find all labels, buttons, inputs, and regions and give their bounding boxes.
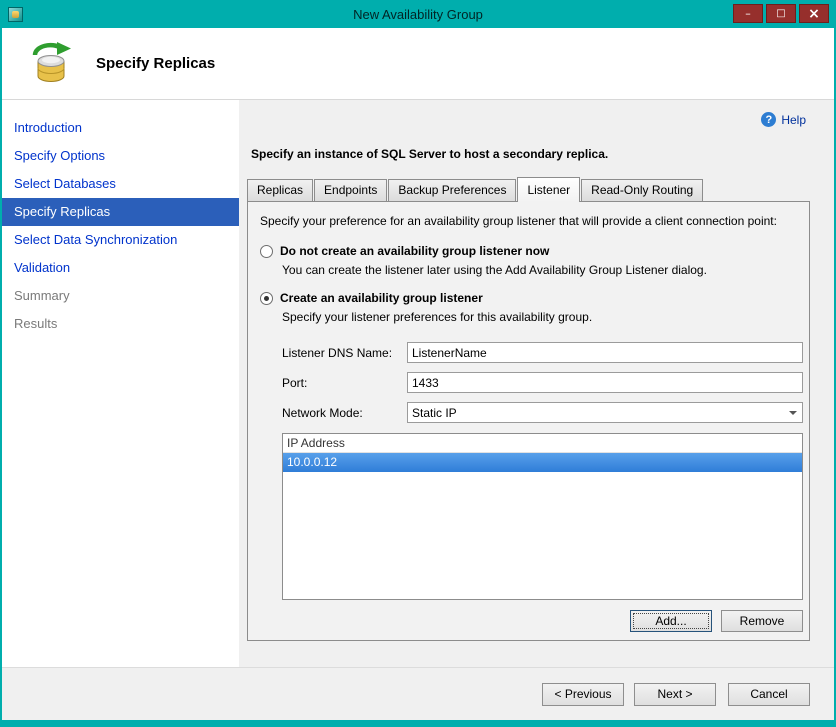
- port-label: Port:: [282, 375, 308, 390]
- next-button[interactable]: Next >: [634, 682, 716, 706]
- create-listener-radio-label[interactable]: Create an availability group listener: [280, 291, 483, 305]
- chevron-down-icon: [784, 403, 802, 422]
- window-controls: – □ ×: [733, 4, 829, 23]
- sidebar-item-results: Results: [14, 316, 58, 331]
- wizard-header: Specify Replicas: [2, 28, 834, 100]
- window-title: New Availability Group: [353, 6, 483, 22]
- close-button[interactable]: ×: [799, 4, 829, 23]
- sidebar-item-specify-options[interactable]: Specify Options: [2, 142, 239, 170]
- minimize-button[interactable]: –: [733, 4, 763, 23]
- ip-address-list: IP Address 10.0.0.12: [282, 433, 803, 600]
- sidebar-item-specify-replicas[interactable]: Specify Replicas: [2, 198, 239, 226]
- remove-button[interactable]: Remove: [721, 610, 803, 632]
- network-mode-value: Static IP: [412, 405, 457, 420]
- tab-listener[interactable]: Listener: [517, 177, 581, 202]
- tab-replicas[interactable]: Replicas: [247, 179, 314, 201]
- create-listener-description: Specify your listener preferences for th…: [282, 310, 593, 324]
- replicas-database-icon: [32, 41, 71, 82]
- wizard-footer: < Previous Next > Cancel: [2, 667, 834, 720]
- page-title: Specify Replicas: [96, 55, 216, 72]
- network-mode-dropdown[interactable]: Static IP: [407, 402, 803, 423]
- ip-list-actions: Add... Remove: [258, 610, 803, 632]
- help-icon: ?: [761, 112, 777, 127]
- sidebar-item-summary: Summary: [14, 288, 70, 303]
- ip-address-list-rows: 10.0.0.12: [283, 453, 802, 472]
- tab-backup-preferences[interactable]: Backup Preferences: [388, 179, 517, 201]
- no-listener-radio-label[interactable]: Do not create an availability group list…: [280, 244, 549, 258]
- radio-row-create-listener: Create an availability group listener: [260, 291, 803, 305]
- cancel-button[interactable]: Cancel: [728, 682, 810, 706]
- port-input[interactable]: [407, 372, 803, 393]
- sidebar-nav: Introduction Specify Options Select Databa…: [2, 100, 239, 667]
- previous-button[interactable]: < Previous: [542, 682, 624, 706]
- add-button[interactable]: Add...: [630, 610, 712, 632]
- sidebar-item-introduction[interactable]: Introduction: [2, 114, 239, 142]
- ip-address-row[interactable]: 10.0.0.12: [283, 453, 802, 472]
- listener-description: Specify your preference for an availabil…: [260, 214, 777, 228]
- ip-address-column-header: IP Address: [283, 434, 802, 453]
- network-mode-label: Network Mode:: [282, 405, 363, 420]
- help-label[interactable]: Help: [781, 113, 806, 127]
- no-listener-description: You can create the listener later using …: [282, 263, 707, 277]
- sidebar-item-select-data-synchronization[interactable]: Select Data Synchronization: [2, 226, 239, 254]
- wizard-body: Introduction Specify Options Select Databa…: [2, 100, 834, 667]
- tab-strip: Replicas Endpoints Backup Preferences Liste…: [247, 177, 810, 202]
- tab-endpoints[interactable]: Endpoints: [314, 179, 388, 201]
- new-availability-group-window: New Availability Group – □ × Specify Rep…: [0, 0, 836, 727]
- help-link[interactable]: ? Help: [243, 112, 806, 127]
- tab-read-only-routing[interactable]: Read-Only Routing: [581, 179, 704, 201]
- main-panel: ? Help Specify an instance of SQL Server…: [239, 100, 834, 667]
- radio-row-no-listener: Do not create an availability group list…: [260, 244, 803, 258]
- dns-name-input[interactable]: [407, 342, 803, 363]
- dns-name-label: Listener DNS Name:: [282, 345, 393, 360]
- no-listener-radio[interactable]: [260, 244, 273, 258]
- titlebar[interactable]: New Availability Group – □ ×: [2, 0, 834, 28]
- app-icon[interactable]: [8, 6, 23, 22]
- create-listener-radio[interactable]: [260, 291, 273, 305]
- sidebar-item-validation[interactable]: Validation: [2, 254, 239, 282]
- sidebar-item-select-databases[interactable]: Select Databases: [2, 170, 239, 198]
- listener-form: Listener DNS Name: Port: Network Mode: S…: [282, 342, 803, 423]
- instruction-text: Specify an instance of SQL Server to hos…: [251, 147, 609, 161]
- maximize-button[interactable]: □: [766, 4, 796, 23]
- window-bottom-border: [2, 720, 834, 727]
- listener-tab-panel: Specify your preference for an availabil…: [247, 201, 810, 641]
